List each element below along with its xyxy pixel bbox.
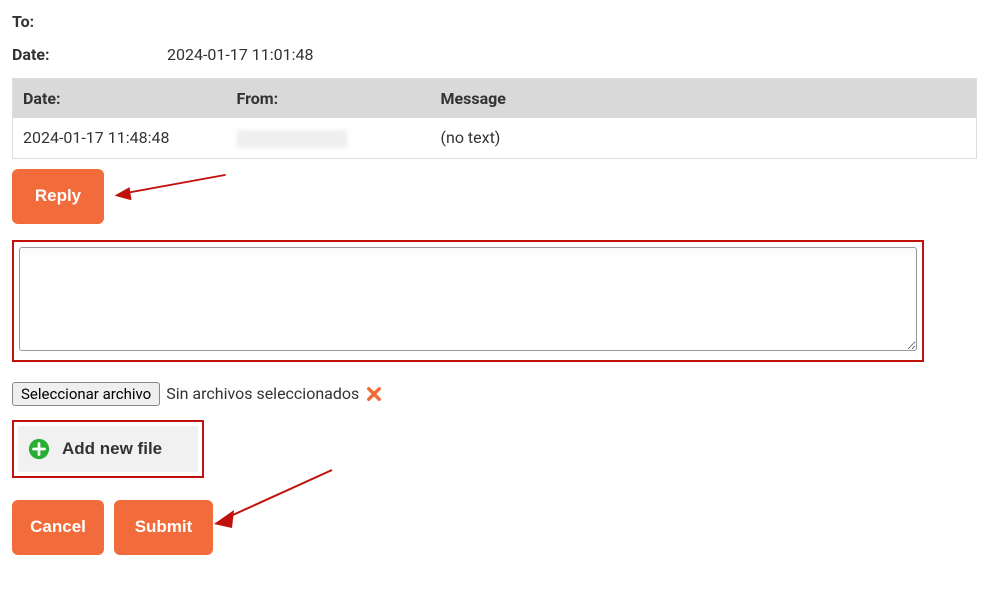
table-cell-from [227, 118, 431, 158]
reply-textarea-annotation [12, 240, 924, 362]
messages-table: Date: From: Message 2024-01-17 11:48:48 … [12, 78, 977, 159]
table-header-from: From: [227, 79, 431, 119]
cancel-button[interactable]: Cancel [12, 500, 104, 555]
file-select-row: Seleccionar archivo Sin archivos selecci… [12, 382, 988, 406]
annotation-arrow-reply-icon [112, 173, 230, 205]
date-label: Date: [12, 45, 167, 64]
date-value: 2024-01-17 11:01:48 [167, 45, 313, 64]
reply-button[interactable]: Reply [12, 169, 104, 224]
annotation-arrow-submit-icon [214, 468, 334, 533]
date-row: Date: 2024-01-17 11:01:48 [12, 45, 988, 64]
file-select-button[interactable]: Seleccionar archivo [12, 382, 160, 406]
add-file-annotation: Add new file [12, 420, 204, 478]
table-cell-date: 2024-01-17 11:48:48 [13, 118, 227, 158]
plus-circle-icon [28, 438, 50, 460]
table-header-date: Date: [13, 79, 227, 119]
reply-section: Reply [12, 159, 988, 224]
submit-button[interactable]: Submit [114, 500, 213, 555]
from-blurred [237, 130, 347, 148]
table-row: 2024-01-17 11:48:48 (no text) [13, 118, 977, 158]
file-status-text: Sin archivos seleccionados [166, 384, 359, 403]
add-new-file-label: Add new file [62, 439, 162, 459]
reply-textarea[interactable] [19, 247, 917, 351]
to-label: To: [12, 12, 167, 31]
table-header-message: Message [431, 79, 977, 119]
table-cell-message: (no text) [431, 118, 977, 158]
add-new-file-button[interactable]: Add new file [18, 426, 198, 472]
to-row: To: [12, 12, 988, 31]
remove-file-icon[interactable] [365, 385, 383, 403]
bottom-actions: Cancel Submit [12, 500, 924, 555]
